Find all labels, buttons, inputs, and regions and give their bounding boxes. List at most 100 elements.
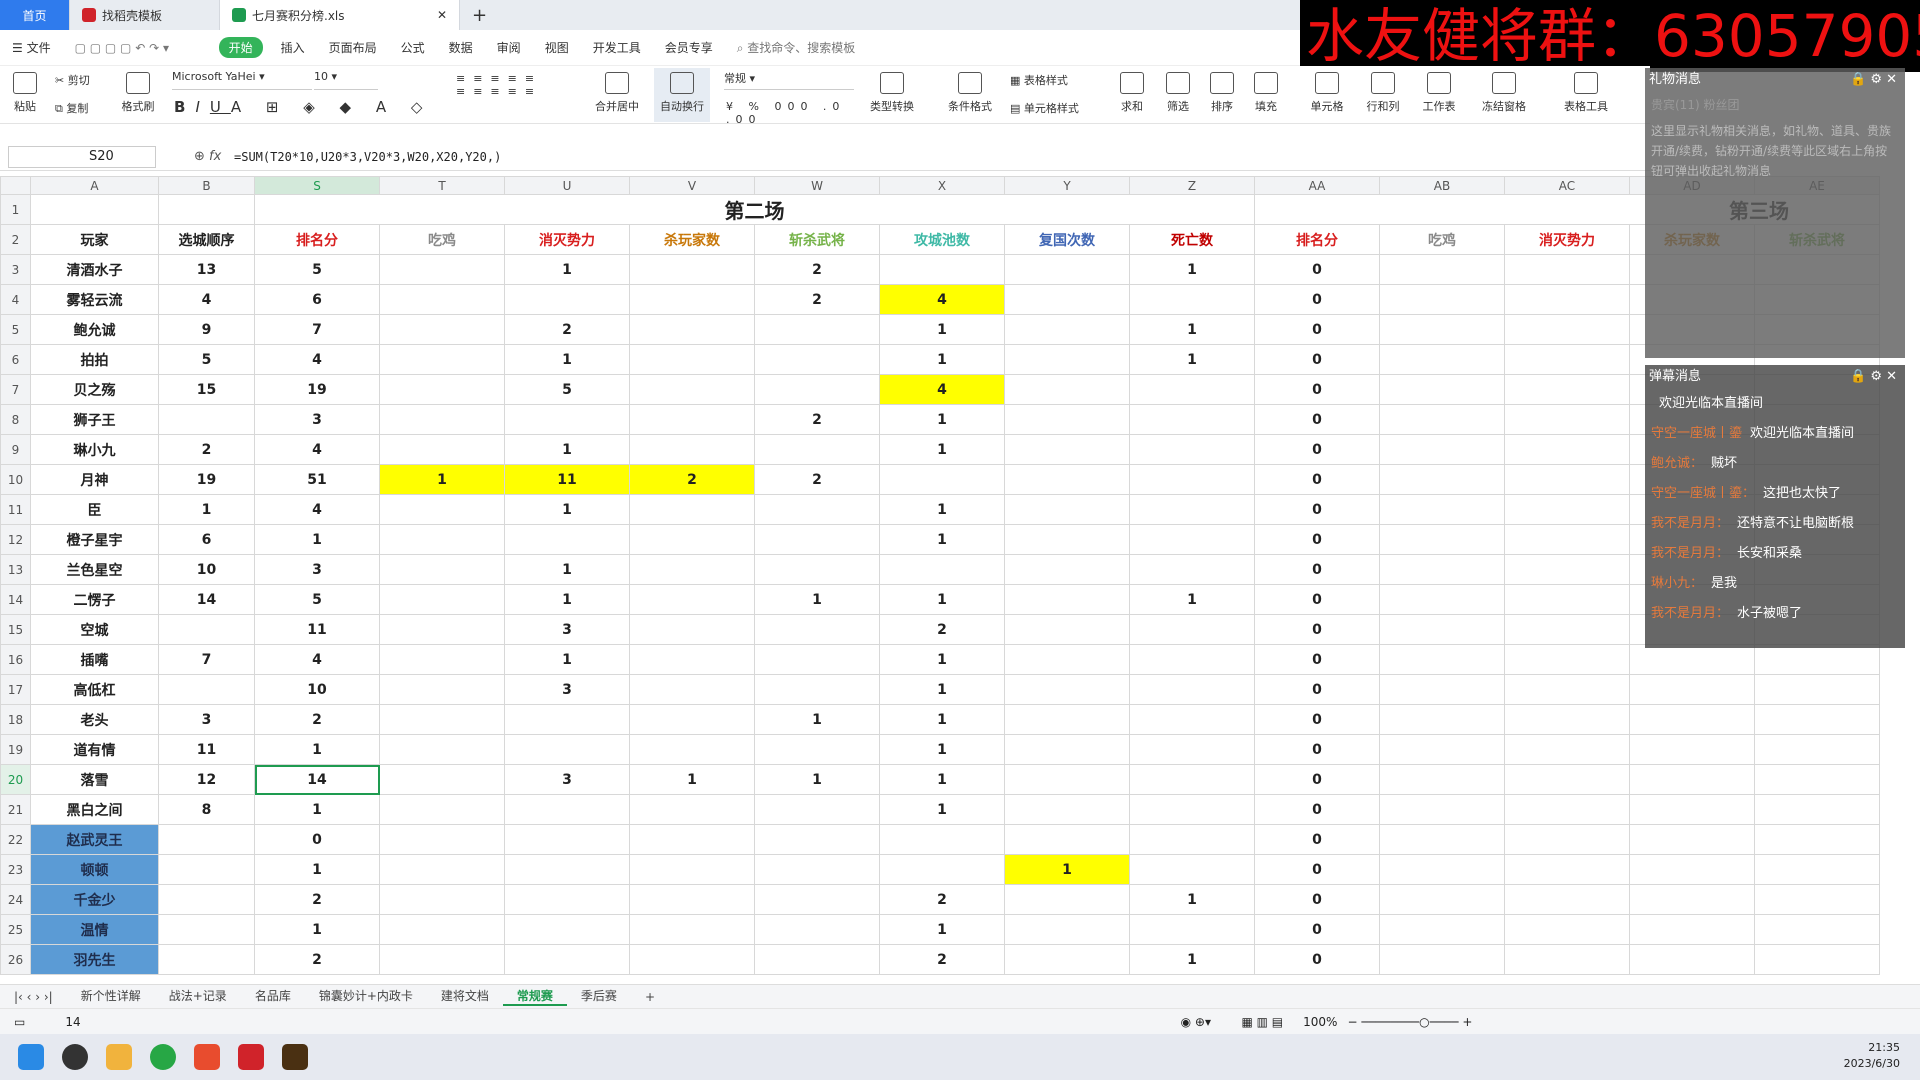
cell[interactable] xyxy=(158,854,255,885)
cell[interactable] xyxy=(1004,374,1130,405)
cell[interactable]: 4 xyxy=(254,434,380,465)
cell[interactable] xyxy=(1129,554,1255,585)
menu-member[interactable]: 会员专享 xyxy=(653,39,725,56)
cell[interactable] xyxy=(629,734,755,765)
row-header[interactable]: 17 xyxy=(0,674,31,705)
player-name-cell[interactable]: 橙子星宇 xyxy=(30,524,159,555)
cell[interactable] xyxy=(629,344,755,375)
cell[interactable] xyxy=(629,644,755,675)
cell[interactable] xyxy=(629,584,755,615)
cell[interactable] xyxy=(1379,614,1505,645)
menu-file[interactable]: ☰ 文件 xyxy=(0,39,63,56)
cell[interactable]: 1 xyxy=(254,524,380,555)
cell[interactable] xyxy=(504,404,630,435)
column-title[interactable]: 排名分 xyxy=(254,224,380,255)
cell[interactable] xyxy=(1129,494,1255,525)
cell[interactable]: 1 xyxy=(1129,884,1255,915)
cell[interactable] xyxy=(1754,764,1880,795)
cell[interactable]: 7 xyxy=(254,314,380,345)
sort-button[interactable]: 排序 xyxy=(1204,72,1240,114)
cell[interactable]: 12 xyxy=(158,764,255,795)
cell[interactable] xyxy=(1504,464,1630,495)
cell[interactable] xyxy=(158,674,255,705)
cell[interactable]: 1 xyxy=(504,554,630,585)
cell[interactable] xyxy=(879,824,1005,855)
cell[interactable] xyxy=(629,794,755,825)
cond-format-button[interactable]: 条件格式 xyxy=(940,72,1000,114)
cell[interactable]: 2 xyxy=(158,434,255,465)
sum-button[interactable]: 求和 xyxy=(1114,72,1150,114)
cell[interactable] xyxy=(1379,764,1505,795)
cell[interactable]: 0 xyxy=(1254,254,1380,285)
cell[interactable] xyxy=(754,494,880,525)
gift-panel-tabs[interactable]: 贵宾(11) 粉丝团 xyxy=(1645,92,1905,117)
cell[interactable] xyxy=(1129,704,1255,735)
cell[interactable] xyxy=(379,644,505,675)
cell[interactable] xyxy=(379,734,505,765)
new-tab-icon[interactable]: + xyxy=(460,0,499,30)
cell[interactable] xyxy=(629,404,755,435)
sheet-tab[interactable]: 名品库 xyxy=(241,987,305,1006)
column-title[interactable]: 杀玩家数 xyxy=(629,224,755,255)
cell[interactable] xyxy=(754,944,880,975)
cell[interactable] xyxy=(1379,434,1505,465)
cell[interactable] xyxy=(1004,284,1130,315)
cell[interactable]: 2 xyxy=(879,944,1005,975)
cell[interactable] xyxy=(504,734,630,765)
cell[interactable] xyxy=(1504,614,1630,645)
number-format-select[interactable]: 常规 ▾ xyxy=(724,70,854,90)
cell[interactable] xyxy=(1004,314,1130,345)
cell[interactable] xyxy=(754,434,880,465)
player-name-cell[interactable]: 二愣子 xyxy=(30,584,159,615)
player-name-cell[interactable]: 顿顿 xyxy=(30,854,159,885)
cell[interactable] xyxy=(1004,464,1130,495)
cell[interactable] xyxy=(629,884,755,915)
cell[interactable]: 0 xyxy=(1254,884,1380,915)
cell[interactable] xyxy=(1004,524,1130,555)
cell[interactable] xyxy=(1004,584,1130,615)
cell[interactable] xyxy=(879,254,1005,285)
cell[interactable] xyxy=(629,944,755,975)
player-name-cell[interactable]: 月神 xyxy=(30,464,159,495)
cell[interactable] xyxy=(1504,284,1630,315)
column-title[interactable]: 复国次数 xyxy=(1004,224,1130,255)
cell[interactable] xyxy=(754,854,880,885)
format-painter-button[interactable]: 格式刷 xyxy=(118,72,158,114)
cell[interactable] xyxy=(629,704,755,735)
cell[interactable] xyxy=(1379,464,1505,495)
cell[interactable] xyxy=(1129,434,1255,465)
app-icon[interactable] xyxy=(194,1044,220,1070)
cell[interactable] xyxy=(629,374,755,405)
cell[interactable]: 5 xyxy=(504,374,630,405)
quick-tools[interactable]: ▢ ▢ ▢ ▢ ↶ ↷ ▾ xyxy=(63,41,213,55)
cell[interactable]: 2 xyxy=(254,944,380,975)
cell[interactable] xyxy=(1129,374,1255,405)
cell[interactable] xyxy=(1504,764,1630,795)
cell[interactable]: 10 xyxy=(254,674,380,705)
close-icon[interactable]: 🔒 ⚙ ✕ xyxy=(1850,365,1897,389)
cell[interactable] xyxy=(379,584,505,615)
cell-button[interactable]: 单元格 xyxy=(1304,72,1350,114)
cell[interactable]: 0 xyxy=(1254,944,1380,975)
cell[interactable] xyxy=(1754,674,1880,705)
cell[interactable] xyxy=(1379,344,1505,375)
cell[interactable] xyxy=(1754,644,1880,675)
cell[interactable]: 1 xyxy=(879,314,1005,345)
cell[interactable]: 1 xyxy=(254,854,380,885)
browser-icon[interactable] xyxy=(150,1044,176,1070)
cell[interactable]: 5 xyxy=(254,584,380,615)
column-title[interactable]: 攻城池数 xyxy=(879,224,1005,255)
cell[interactable] xyxy=(1129,794,1255,825)
row-header[interactable]: 12 xyxy=(0,524,31,555)
cell[interactable] xyxy=(504,944,630,975)
cell-style-button[interactable]: ▤ 单元格样式 xyxy=(1010,100,1100,116)
cell[interactable] xyxy=(1379,884,1505,915)
cell[interactable] xyxy=(1004,764,1130,795)
cell[interactable] xyxy=(504,824,630,855)
cell[interactable] xyxy=(1129,464,1255,495)
cell[interactable] xyxy=(1629,884,1755,915)
column-header[interactable]: B xyxy=(158,176,255,195)
row-header[interactable]: 3 xyxy=(0,254,31,285)
cell[interactable] xyxy=(379,614,505,645)
cell[interactable] xyxy=(1004,554,1130,585)
